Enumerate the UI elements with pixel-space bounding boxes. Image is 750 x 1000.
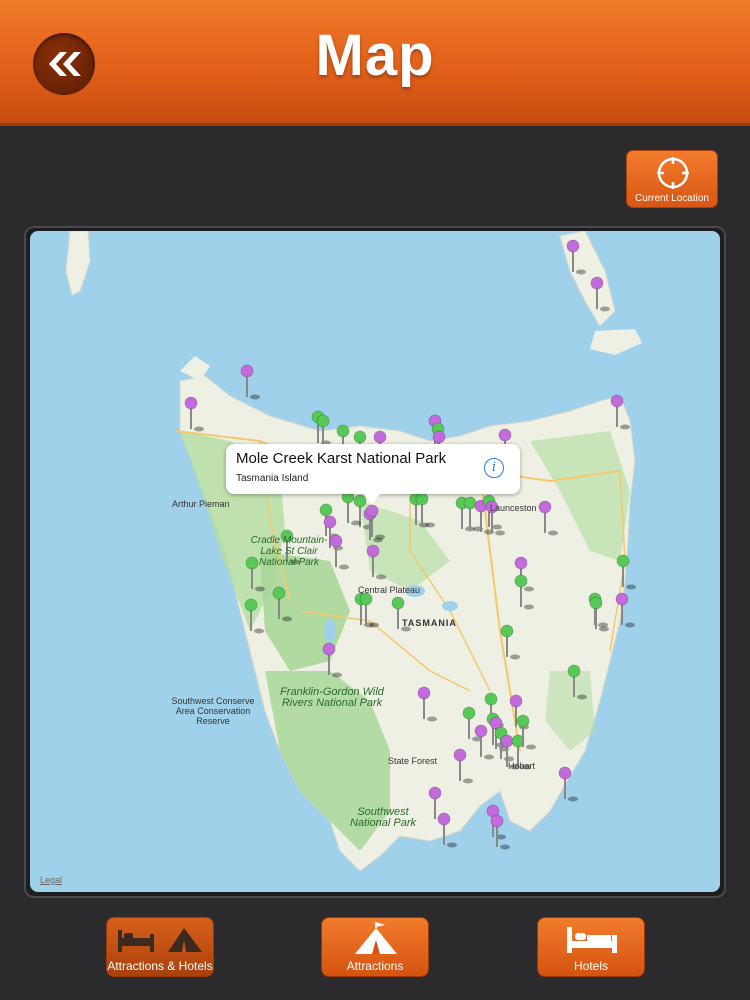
park-southwest: Southwest National Park <box>349 806 417 829</box>
label-hobart: Hobart <box>508 761 536 771</box>
header-bar: Map <box>0 0 750 126</box>
tab-label-attractions-hotels: Attractions & Hotels <box>107 959 213 973</box>
bed-tent-icon <box>118 928 202 952</box>
tab-hotels[interactable]: Hotels <box>537 917 645 977</box>
tab-attractions-hotels[interactable]: Attractions & Hotels <box>106 917 214 977</box>
map-callout[interactable]: Mole Creek Karst National Park Tasmania … <box>226 444 520 504</box>
info-icon[interactable]: i <box>484 458 504 478</box>
crosshair-icon <box>657 157 689 189</box>
map-pin[interactable] <box>240 364 260 400</box>
label-southwest-conserve: Southwest Conserve Area Conservation Res… <box>171 696 255 726</box>
tab-label-hotels: Hotels <box>573 959 608 973</box>
map-terrain <box>65 231 642 872</box>
label-launceston: Launceston <box>490 503 537 513</box>
callout-subtitle: Tasmania Island <box>236 473 309 484</box>
park-cradle: Cradle Mountain-Lake St Clair National P… <box>250 535 328 568</box>
label-state-forest: State Forest <box>388 756 438 766</box>
current-location-label: Current Location <box>635 193 709 204</box>
tab-attractions[interactable]: Attractions <box>321 917 429 977</box>
tab-label-attractions: Attractions <box>346 959 404 973</box>
legal-link[interactable]: Legal <box>40 875 62 885</box>
page-title: Map <box>315 23 435 88</box>
current-location-button[interactable]: Current Location <box>626 150 718 208</box>
bed-icon <box>567 927 617 953</box>
label-central-plateau: Central Plateau <box>358 585 421 595</box>
label-arthur-pieman: Arthur Pieman <box>172 499 230 509</box>
label-tasmania: TASMANIA <box>402 618 457 628</box>
callout-title: Mole Creek Karst National Park <box>236 450 447 467</box>
map-view[interactable]: TASMANIA Central Plateau Arthur Pieman L… <box>30 231 720 892</box>
park-franklin: Franklin-Gordon Wild Rivers National Par… <box>280 686 384 709</box>
tent-icon <box>355 922 397 954</box>
